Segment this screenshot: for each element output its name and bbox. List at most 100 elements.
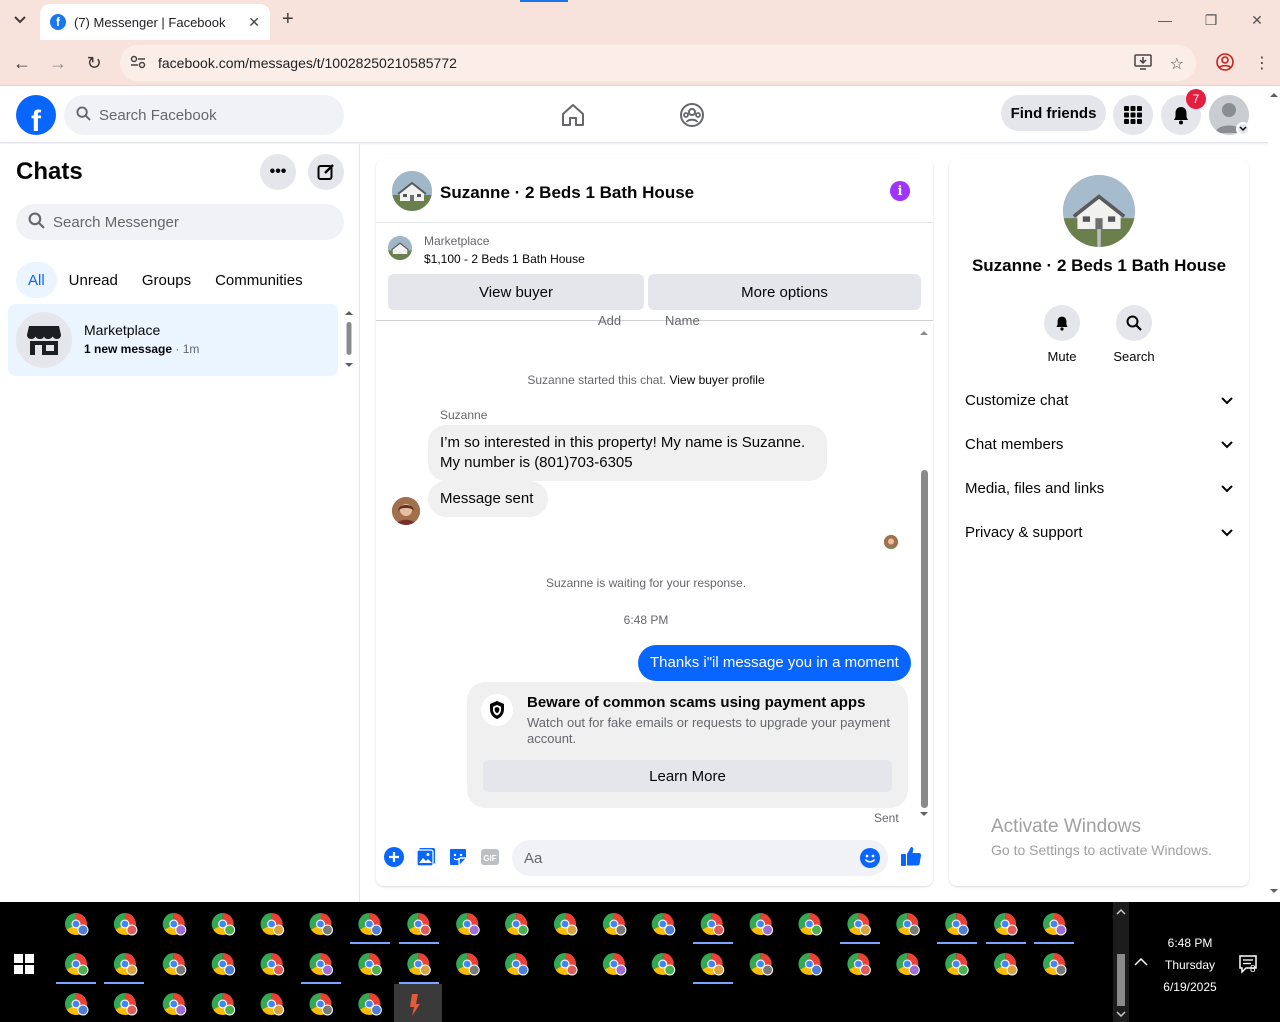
learn-more-button[interactable]: Learn More — [483, 760, 892, 792]
message-input[interactable]: Aa — [512, 840, 888, 876]
address-bar[interactable]: facebook.com/messages/t/1002825021058577… — [120, 45, 1196, 81]
search-action[interactable]: Search — [1104, 305, 1164, 364]
chrome-taskbar-icon[interactable] — [358, 993, 382, 1016]
chrome-taskbar-icon[interactable] — [651, 953, 676, 976]
chrome-taskbar-icon[interactable] — [798, 913, 822, 936]
add-attachment-icon[interactable] — [384, 847, 406, 869]
filter-all[interactable]: All — [16, 262, 57, 298]
chrome-taskbar-icon[interactable] — [896, 913, 920, 936]
chrome-taskbar-icon[interactable] — [700, 913, 725, 936]
chrome-taskbar-icon[interactable] — [749, 913, 774, 936]
gif-icon[interactable]: GIF — [480, 847, 502, 869]
chrome-taskbar-icon[interactable] — [505, 913, 529, 936]
chrome-taskbar-icon[interactable] — [113, 993, 138, 1016]
home-icon[interactable] — [559, 101, 587, 129]
chat-members-row[interactable]: Chat members — [965, 422, 1233, 466]
customize-chat-row[interactable]: Customize chat — [965, 378, 1233, 422]
chrome-taskbar-icon[interactable] — [1043, 913, 1067, 936]
chrome-taskbar-icon[interactable] — [211, 953, 236, 976]
conversation-scrollbar[interactable] — [918, 327, 930, 817]
taskbar-scrollbar[interactable] — [1113, 902, 1129, 1022]
incoming-message-bubble[interactable]: I’m so interested in this property! My n… — [428, 425, 827, 481]
chrome-taskbar-icon[interactable] — [945, 953, 969, 976]
messenger-search-input[interactable]: Search Messenger — [16, 204, 344, 240]
like-thumb-icon[interactable] — [900, 845, 922, 867]
install-app-icon[interactable] — [1133, 54, 1152, 75]
chrome-taskbar-icon[interactable] — [309, 913, 333, 936]
facebook-search-input[interactable]: Search Facebook — [64, 95, 344, 135]
new-tab-button[interactable]: + — [282, 8, 294, 31]
chrome-taskbar-icon[interactable] — [553, 953, 578, 976]
chrome-taskbar-icon[interactable] — [65, 913, 89, 936]
profile-icon[interactable] — [1216, 53, 1234, 76]
forward-icon[interactable]: → — [45, 50, 71, 76]
chrome-taskbar-icon[interactable] — [994, 913, 1018, 936]
chrome-taskbar-icon[interactable] — [896, 953, 920, 976]
chrome-taskbar-icon[interactable] — [1043, 953, 1067, 976]
chrome-taskbar-icon[interactable] — [456, 953, 480, 976]
conversation-title[interactable]: Suzanne · 2 Beds 1 Bath House — [440, 183, 694, 203]
chrome-menu-icon[interactable]: ⋮ — [1254, 53, 1270, 76]
listing-profile-photo[interactable] — [1063, 175, 1135, 247]
chrome-taskbar-icon[interactable] — [847, 953, 871, 976]
minimize-icon[interactable]: — — [1142, 0, 1188, 40]
chrome-taskbar-icon[interactable] — [65, 993, 89, 1016]
sender-avatar[interactable] — [392, 497, 420, 525]
chrome-taskbar-icon[interactable] — [309, 953, 333, 976]
chrome-taskbar-icon[interactable] — [358, 913, 382, 936]
filter-communities[interactable]: Communities — [203, 262, 315, 298]
bookmark-star-icon[interactable]: ☆ — [1170, 54, 1184, 75]
chrome-taskbar-icon[interactable] — [260, 953, 285, 976]
privacy-support-row[interactable]: Privacy & support — [965, 510, 1233, 554]
chrome-taskbar-icon[interactable] — [553, 913, 578, 936]
new-message-icon[interactable] — [308, 154, 344, 190]
chrome-taskbar-icon[interactable] — [113, 953, 138, 976]
chrome-taskbar-icon[interactable] — [162, 953, 187, 976]
chrome-taskbar-icon[interactable] — [407, 953, 431, 976]
media-files-links-row[interactable]: Media, files and links — [965, 466, 1233, 510]
site-info-icon[interactable] — [130, 55, 148, 72]
mute-action[interactable]: Mute — [1032, 305, 1092, 364]
chrome-taskbar-icon[interactable] — [260, 913, 285, 936]
emoji-icon[interactable] — [860, 848, 880, 872]
sticker-icon[interactable] — [448, 847, 470, 869]
chrome-taskbar-icon[interactable] — [309, 993, 333, 1016]
account-chevron-icon[interactable] — [1236, 122, 1250, 136]
sidebar-scrollbar[interactable] — [344, 309, 354, 369]
taskbar-app-icons[interactable] — [0, 902, 1110, 1022]
filter-unread[interactable]: Unread — [57, 262, 130, 298]
info-icon[interactable]: i — [890, 181, 910, 201]
chrome-taskbar-icon[interactable] — [945, 913, 969, 936]
reload-icon[interactable]: ↻ — [81, 50, 107, 76]
chrome-taskbar-icon[interactable] — [260, 993, 285, 1016]
more-options-icon[interactable]: ••• — [260, 154, 296, 190]
restore-icon[interactable]: ❐ — [1188, 0, 1234, 40]
focused-app-tile[interactable] — [394, 984, 442, 1022]
chrome-taskbar-icon[interactable] — [456, 913, 480, 936]
chrome-taskbar-icon[interactable] — [113, 913, 138, 936]
chrome-taskbar-icon[interactable] — [162, 913, 187, 936]
chrome-taskbar-icon[interactable] — [651, 913, 676, 936]
tray-chevron-icon[interactable] — [1134, 954, 1148, 972]
chrome-taskbar-icon[interactable] — [162, 993, 187, 1016]
chrome-taskbar-icon[interactable] — [602, 953, 627, 976]
chrome-taskbar-icon[interactable] — [749, 953, 774, 976]
facebook-logo-icon[interactable]: f — [16, 95, 56, 135]
chrome-taskbar-icon[interactable] — [211, 993, 236, 1016]
listing-thumbnail[interactable] — [392, 171, 432, 211]
chrome-taskbar-icon[interactable] — [602, 913, 627, 936]
chrome-taskbar-icon[interactable] — [798, 953, 822, 976]
chrome-taskbar-icon[interactable] — [505, 953, 529, 976]
find-friends-button[interactable]: Find friends — [1001, 95, 1106, 131]
chrome-taskbar-icon[interactable] — [358, 953, 382, 976]
groups-icon[interactable] — [678, 101, 706, 129]
chrome-taskbar-icon[interactable] — [65, 953, 89, 976]
chrome-taskbar-icon[interactable] — [407, 913, 431, 936]
chat-list-item[interactable]: Marketplace 1 new message · 1m — [8, 304, 338, 376]
filter-groups[interactable]: Groups — [130, 262, 203, 298]
chrome-taskbar-icon[interactable] — [700, 953, 725, 976]
view-buyer-profile-link[interactable]: View buyer profile — [669, 373, 764, 387]
taskbar-clock[interactable]: 6:48 PM Thursday 6/19/2025 — [1160, 932, 1220, 998]
photo-icon[interactable] — [416, 847, 438, 869]
chrome-taskbar-icon[interactable] — [847, 913, 871, 936]
